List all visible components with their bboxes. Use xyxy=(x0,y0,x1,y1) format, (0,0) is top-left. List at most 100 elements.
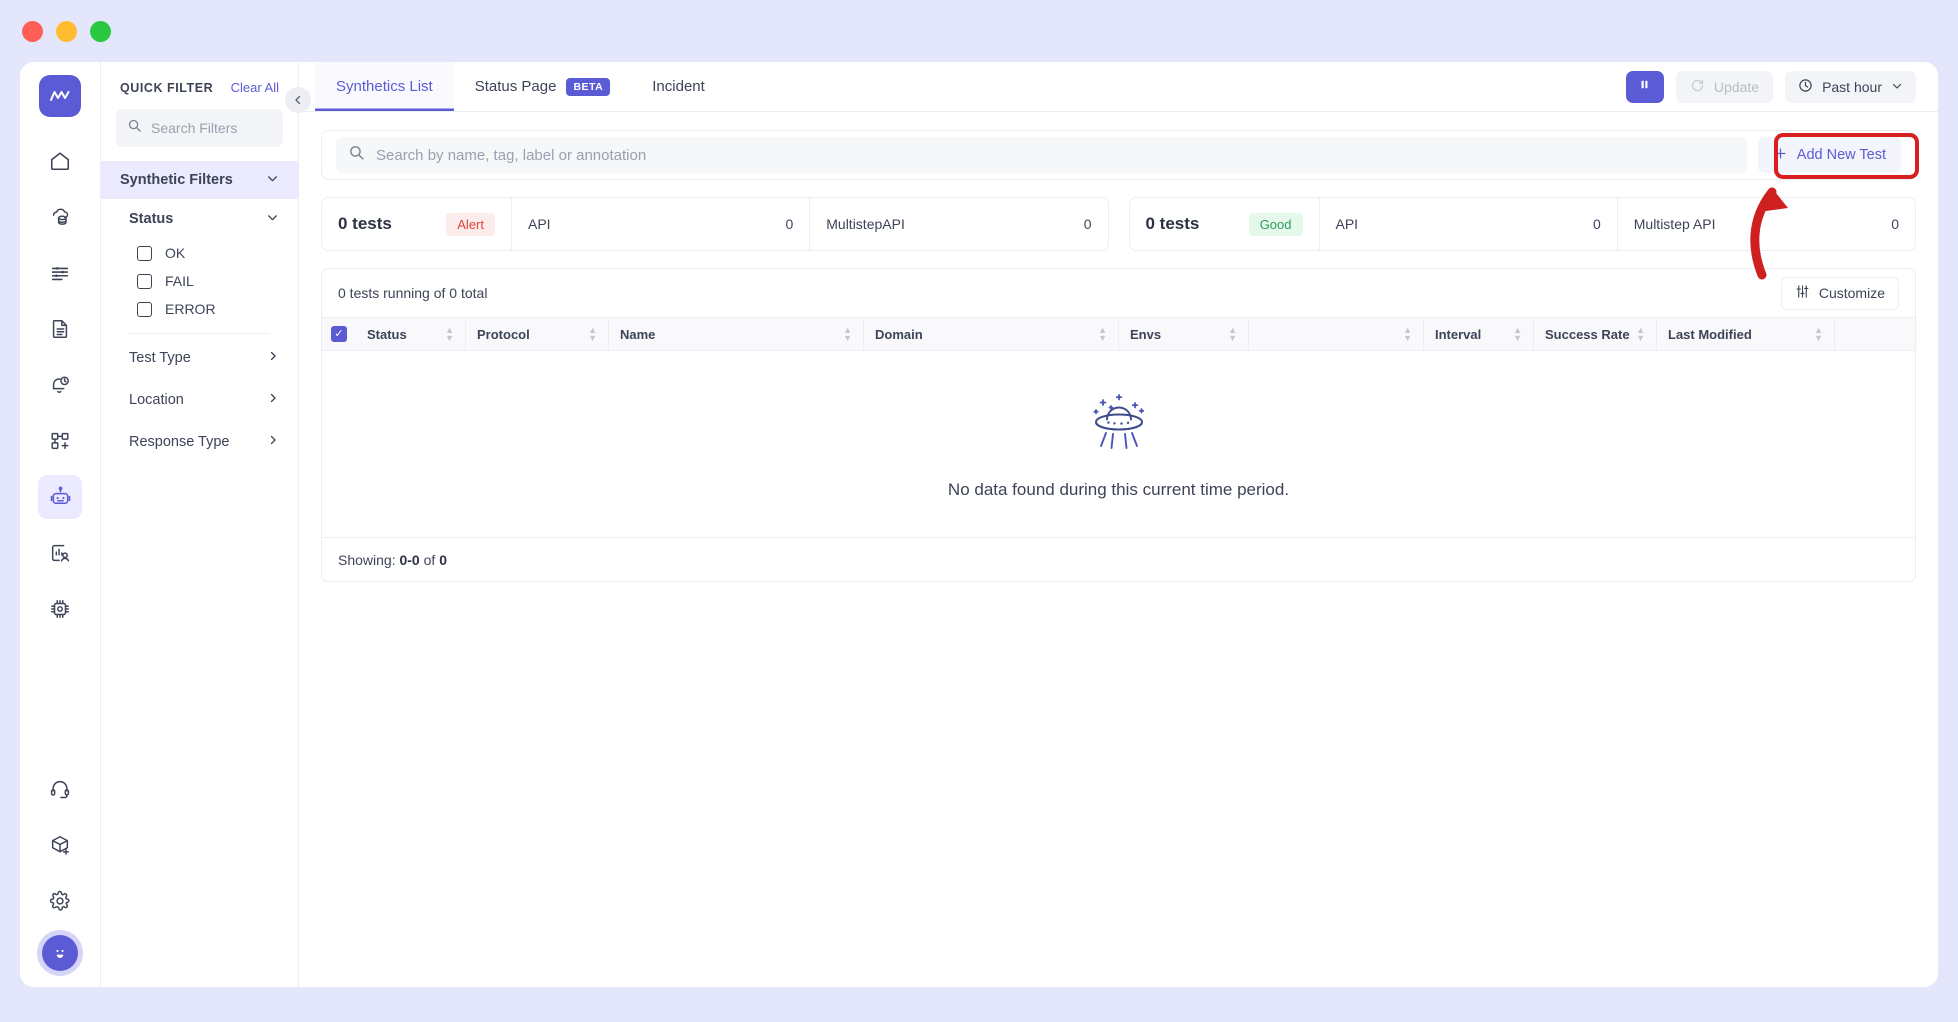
column-header-name[interactable]: Name ▲▼ xyxy=(609,318,864,350)
sort-icon[interactable]: ▲▼ xyxy=(445,326,454,342)
tab-incident[interactable]: Incident xyxy=(631,62,726,111)
integrations-cube-add-icon[interactable] xyxy=(38,823,82,867)
search-icon xyxy=(348,144,365,166)
checkbox-ok[interactable] xyxy=(137,246,152,261)
sort-icon[interactable]: ▲▼ xyxy=(1513,326,1522,342)
column-header-last-modified[interactable]: Last Modified ▲▼ xyxy=(1657,318,1835,350)
clear-all-button[interactable]: Clear All xyxy=(231,80,279,95)
empty-state: No data found during this current time p… xyxy=(322,351,1915,537)
sort-icon[interactable]: ▲▼ xyxy=(1814,326,1823,342)
tab-label-incident: Incident xyxy=(652,78,705,95)
chevron-right-icon xyxy=(267,392,279,408)
filter-divider xyxy=(129,333,270,334)
middleware-logo[interactable] xyxy=(39,75,81,117)
synthetic-filters-section[interactable]: Synthetic Filters xyxy=(101,161,298,199)
filter-label-ok: OK xyxy=(165,245,185,261)
status-group-label: Status xyxy=(129,211,173,227)
test-search-input[interactable] xyxy=(376,147,1735,164)
tab-bar: Synthetics List Status Page BETA Inciden… xyxy=(299,62,1938,112)
tab-status-page[interactable]: Status Page BETA xyxy=(454,62,632,111)
user-avatar[interactable] xyxy=(42,935,78,971)
sidebar-item-alerts[interactable] xyxy=(38,363,82,407)
filter-search-box[interactable] xyxy=(116,109,283,147)
status-group-header[interactable]: Status xyxy=(101,199,298,239)
tab-label-synthetics-list: Synthetics List xyxy=(336,78,433,95)
test-search-box[interactable] xyxy=(336,137,1747,173)
stat-card-good: 0 tests Good API 0 Multistep API 0 xyxy=(1129,197,1917,251)
filter-group-response-type[interactable]: Response Type xyxy=(101,424,298,460)
sort-icon[interactable]: ▲▼ xyxy=(1098,326,1107,342)
filter-group-location[interactable]: Location xyxy=(101,382,298,418)
app-window: QUICK FILTER Clear All Synthetic Filters… xyxy=(20,62,1938,987)
sidebar-item-rum[interactable] xyxy=(38,531,82,575)
column-header-unnamed[interactable]: ▲▼ xyxy=(1249,318,1424,350)
filter-search-input[interactable] xyxy=(151,120,272,136)
sidebar-item-infrastructure[interactable] xyxy=(38,195,82,239)
stat-cell-alert-multistepapi: MultistepAPI 0 xyxy=(810,198,1107,250)
sort-icon[interactable]: ▲▼ xyxy=(843,326,852,342)
sort-icon[interactable]: ▲▼ xyxy=(588,326,597,342)
search-row: Add New Test xyxy=(321,130,1916,180)
column-header-interval[interactable]: Interval ▲▼ xyxy=(1424,318,1534,350)
close-window-button[interactable] xyxy=(22,21,43,42)
stat-cell-label: Multistep API xyxy=(1634,216,1716,232)
filter-checkbox-ok[interactable]: OK xyxy=(101,239,298,267)
stat-cell-alert-api: API 0 xyxy=(512,198,810,250)
column-header-domain[interactable]: Domain ▲▼ xyxy=(864,318,1119,350)
sort-icon[interactable]: ▲▼ xyxy=(1636,326,1645,342)
column-label: Name xyxy=(620,327,655,342)
column-header-envs[interactable]: Envs ▲▼ xyxy=(1119,318,1249,350)
synthetic-filters-label: Synthetic Filters xyxy=(120,172,233,188)
sidebar-item-apm[interactable] xyxy=(38,419,82,463)
filter-group-label-response-type: Response Type xyxy=(129,434,230,450)
column-label: Last Modified xyxy=(1668,327,1752,342)
column-header-status[interactable]: Status ▲▼ xyxy=(356,318,466,350)
filter-checkbox-error[interactable]: ERROR xyxy=(101,295,298,323)
stat-cell-value: 0 xyxy=(1891,216,1899,232)
beta-badge: BETA xyxy=(566,78,610,96)
time-range-selector[interactable]: Past hour xyxy=(1785,71,1916,103)
column-header-success-rate[interactable]: Success Rate ▲▼ xyxy=(1534,318,1657,350)
stat-main-good: 0 tests Good xyxy=(1130,198,1320,250)
column-header-protocol[interactable]: Protocol ▲▼ xyxy=(466,318,609,350)
stat-count-good: 0 tests xyxy=(1146,214,1200,234)
tab-label-status-page: Status Page xyxy=(475,78,557,95)
collapse-filters-button[interactable] xyxy=(285,87,311,113)
stat-cell-label: MultistepAPI xyxy=(826,216,905,232)
sort-icon[interactable]: ▲▼ xyxy=(1228,326,1237,342)
filter-group-test-type[interactable]: Test Type xyxy=(101,340,298,376)
sidebar-item-chip[interactable] xyxy=(38,587,82,631)
tests-table: 0 tests running of 0 total Customize xyxy=(321,268,1916,582)
column-label: Envs xyxy=(1130,327,1161,342)
toolbar-right: Update Past hour xyxy=(1626,62,1938,111)
sort-icon[interactable]: ▲▼ xyxy=(1403,326,1412,342)
filter-checkbox-fail[interactable]: FAIL xyxy=(101,267,298,295)
column-label: Interval xyxy=(1435,327,1481,342)
sidebar-item-home[interactable] xyxy=(38,139,82,183)
desktop: QUICK FILTER Clear All Synthetic Filters… xyxy=(0,0,1958,1022)
update-button[interactable]: Update xyxy=(1676,71,1773,103)
pause-button[interactable] xyxy=(1626,71,1664,103)
sidebar-item-logs[interactable] xyxy=(38,251,82,295)
add-new-test-button[interactable]: Add New Test xyxy=(1758,137,1901,173)
column-label: Status xyxy=(367,327,407,342)
zoom-window-button[interactable] xyxy=(90,21,111,42)
minimize-window-button[interactable] xyxy=(56,21,77,42)
sidebar-item-reports[interactable] xyxy=(38,307,82,351)
column-header-actions xyxy=(1835,318,1915,350)
plus-icon xyxy=(1773,146,1788,165)
checkbox-error[interactable] xyxy=(137,302,152,317)
update-label: Update xyxy=(1714,79,1759,95)
customize-button[interactable]: Customize xyxy=(1781,277,1899,310)
select-all-checkbox[interactable]: ✓ xyxy=(322,318,356,350)
settings-gear-icon[interactable] xyxy=(38,879,82,923)
checkbox-fail[interactable] xyxy=(137,274,152,289)
sidebar-item-synthetics[interactable] xyxy=(38,475,82,519)
chevron-down-icon xyxy=(266,172,279,189)
showing-prefix: Showing: xyxy=(338,552,396,568)
showing-total: 0 xyxy=(439,552,447,568)
page-body: Add New Test 0 tests Alert API 0 xyxy=(299,112,1938,987)
refresh-icon xyxy=(1690,78,1705,96)
tab-synthetics-list[interactable]: Synthetics List xyxy=(315,62,454,111)
support-headset-icon[interactable] xyxy=(38,767,82,811)
